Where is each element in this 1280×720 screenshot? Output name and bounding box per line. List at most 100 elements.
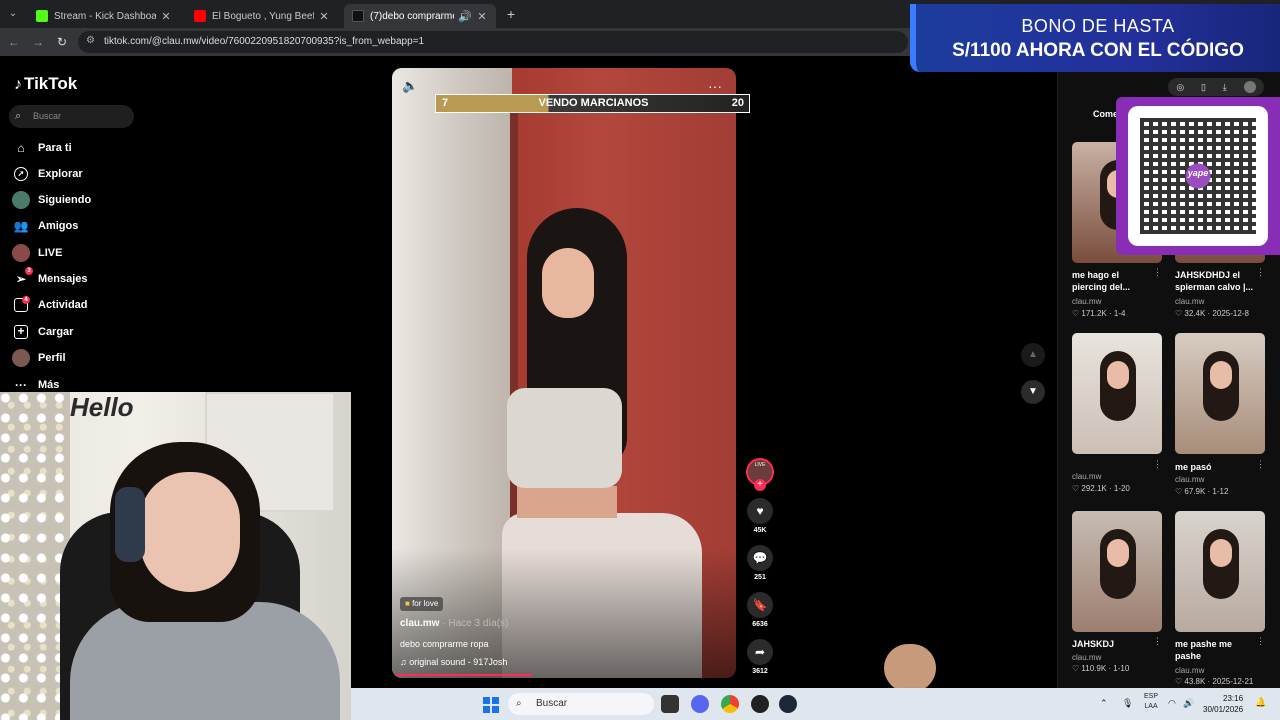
- related-video-author[interactable]: clau.mw: [1175, 666, 1204, 675]
- related-video-title[interactable]: me hago el piercing del...: [1072, 269, 1152, 293]
- speaker-icon[interactable]: 🔊: [458, 10, 472, 23]
- nav-item-siguiendo[interactable]: Siguiendo: [12, 190, 91, 210]
- notifications-icon[interactable]: 🔔: [1255, 697, 1266, 708]
- related-video-thumbnail[interactable]: [1072, 333, 1162, 454]
- follow-plus-icon[interactable]: +: [754, 479, 766, 491]
- previous-video-chevron-up-icon[interactable]: ▲: [1021, 343, 1045, 367]
- taskbar-clock[interactable]: 23:16 30/01/2026: [1203, 693, 1243, 715]
- save-action[interactable]: 🔖 6636: [746, 592, 774, 628]
- nav-item-live[interactable]: LIVE: [12, 243, 62, 263]
- sound-label: original sound - 917Josh: [409, 657, 508, 667]
- discord-icon[interactable]: [691, 695, 709, 713]
- reload-icon[interactable]: ↻: [54, 34, 70, 50]
- related-video-author[interactable]: clau.mw: [1072, 472, 1101, 481]
- more-options-icon[interactable]: ⋮: [1256, 267, 1265, 278]
- comment-action[interactable]: 💬 251: [746, 545, 774, 581]
- stats-text: 171.2K · 1-4: [1081, 309, 1126, 318]
- video-more-icon[interactable]: ···: [708, 78, 722, 94]
- comment-icon[interactable]: 💬: [747, 545, 773, 571]
- related-video-title[interactable]: JAHSKDHDJ el spierman calvo |...: [1175, 269, 1255, 293]
- more-options-icon[interactable]: ⋮: [1256, 459, 1265, 470]
- tiktok-logo[interactable]: ♪ TikTok: [14, 74, 77, 94]
- account-avatar[interactable]: [1243, 81, 1256, 93]
- close-tab-icon[interactable]: ✕: [160, 10, 172, 23]
- related-video-thumbnail[interactable]: [1072, 511, 1162, 632]
- related-video-thumbnail[interactable]: [1175, 511, 1265, 632]
- language-indicator[interactable]: ESP LAA: [1144, 692, 1158, 712]
- webcam-face: [140, 472, 240, 592]
- file-explorer-icon[interactable]: [661, 695, 679, 713]
- obs-icon[interactable]: [751, 695, 769, 713]
- tab-search-chevron-icon[interactable]: ⌄: [4, 5, 22, 23]
- forward-arrow-icon[interactable]: →: [30, 34, 46, 50]
- notification-badge: 4: [22, 296, 30, 304]
- windows-start-icon[interactable]: [483, 697, 499, 713]
- share-action[interactable]: ➦ 3612: [746, 639, 774, 675]
- steam-icon[interactable]: [779, 695, 797, 713]
- related-video-stats: ♡ 32.4K · 2025-12-8: [1175, 309, 1249, 318]
- related-video-author[interactable]: clau.mw: [1175, 297, 1204, 306]
- related-video-author[interactable]: clau.mw: [1175, 475, 1204, 484]
- bookmark-icon[interactable]: 🔖: [747, 592, 773, 618]
- nav-item-para-ti[interactable]: ⌂ Para ti: [12, 138, 71, 158]
- related-video-title[interactable]: me pasó: [1175, 461, 1255, 473]
- more-options-icon[interactable]: ⋮: [1153, 459, 1162, 470]
- nav-item-mensajes[interactable]: ➢ 3 Mensajes: [12, 267, 88, 289]
- related-video-stats: ♡ 43.8K · 2025-12-21: [1175, 677, 1253, 686]
- microphone-icon[interactable]: 🎙: [1122, 698, 1133, 709]
- back-arrow-icon[interactable]: ←: [6, 34, 22, 50]
- related-video-thumbnail[interactable]: [1175, 333, 1265, 454]
- promo-banner: BONO DE HASTA S/1100 AHORA CON EL CÓDIGO: [910, 4, 1280, 72]
- time: 23:16: [1223, 694, 1244, 703]
- url-field[interactable]: tiktok.com/@clau.mw/video/76002209518207…: [78, 31, 908, 53]
- compass-icon[interactable]: ◎: [1176, 82, 1184, 93]
- windows-taskbar: Buscar ⌕ ⌃ 🎙 ESP LAA ◠ 🔊 23:16 30/01/2026 …: [351, 688, 1280, 720]
- nav-item-actividad[interactable]: 4 Actividad: [12, 295, 88, 315]
- related-video-title[interactable]: me pashe me pashe: [1175, 638, 1255, 662]
- related-video-author[interactable]: clau.mw: [1072, 297, 1101, 306]
- tab-kick-dashboard[interactable]: Stream - Kick Dashboard ✕: [28, 4, 180, 28]
- related-video-author[interactable]: clau.mw: [1072, 653, 1101, 662]
- nav-item-cargar[interactable]: + Cargar: [12, 322, 73, 342]
- taskbar-search[interactable]: Buscar: [508, 693, 654, 715]
- search-input[interactable]: Buscar: [9, 105, 134, 128]
- nav-item-amigos[interactable]: 👥 Amigos: [12, 216, 79, 236]
- volume-icon[interactable]: 🔈: [402, 78, 418, 94]
- video-author[interactable]: clau.mw · Hace 3 día(s): [400, 618, 508, 629]
- close-tab-icon[interactable]: ✕: [476, 10, 488, 23]
- chrome-icon[interactable]: [721, 695, 739, 713]
- close-tab-icon[interactable]: ✕: [318, 10, 330, 23]
- promo-line-2: S/1100 AHORA CON EL CÓDIGO: [952, 40, 1244, 61]
- heart-icon[interactable]: ♥: [747, 498, 773, 524]
- notification-badge: 3: [25, 267, 33, 275]
- tab-tiktok[interactable]: (7)debo comprarme ropa | 🔊 ✕: [344, 4, 496, 28]
- stats-text: 43.8K · 2025-12-21: [1184, 677, 1254, 686]
- tab-youtube[interactable]: El Bogueto , Yung Beef , Cuando ✕: [186, 4, 338, 28]
- more-options-icon[interactable]: ⋮: [1256, 636, 1265, 647]
- tab-comments[interactable]: Come: [1093, 109, 1118, 119]
- like-action[interactable]: ♥ 45K: [746, 498, 774, 534]
- volume-icon[interactable]: 🔊: [1183, 698, 1194, 709]
- next-video-chevron-down-icon[interactable]: ▼: [1021, 380, 1045, 404]
- site-info-icon[interactable]: ⚙: [86, 35, 95, 46]
- nav-label: Amigos: [38, 220, 79, 232]
- nav-item-explorar[interactable]: ➚ Explorar: [12, 164, 83, 184]
- author-name[interactable]: clau.mw: [400, 618, 439, 629]
- related-video-title[interactable]: JAHSKDJ: [1072, 638, 1152, 650]
- new-tab-button[interactable]: +: [502, 5, 520, 23]
- video-progress-bar[interactable]: [396, 674, 532, 676]
- video-sound[interactable]: ♫ original sound - 917Josh: [400, 657, 507, 667]
- video-player[interactable]: 🔈 ···: [392, 68, 736, 678]
- tray-chevron-up-icon[interactable]: ⌃: [1100, 698, 1108, 709]
- topic-chip[interactable]: ■ for love: [400, 597, 444, 611]
- download-icon[interactable]: ⤓: [1223, 82, 1227, 93]
- topic-chip-label: for love: [412, 599, 439, 608]
- share-icon[interactable]: ➦: [747, 639, 773, 665]
- stats-text: 67.9K · 1-12: [1184, 487, 1229, 496]
- phone-icon[interactable]: ▯: [1201, 82, 1206, 93]
- more-options-icon[interactable]: ⋮: [1153, 636, 1162, 647]
- more-options-icon[interactable]: ⋮: [1153, 267, 1162, 278]
- related-video-stats: ♡ 67.9K · 1-12: [1175, 487, 1228, 496]
- nav-item-perfil[interactable]: Perfil: [12, 348, 66, 368]
- wifi-icon[interactable]: ◠: [1168, 698, 1176, 709]
